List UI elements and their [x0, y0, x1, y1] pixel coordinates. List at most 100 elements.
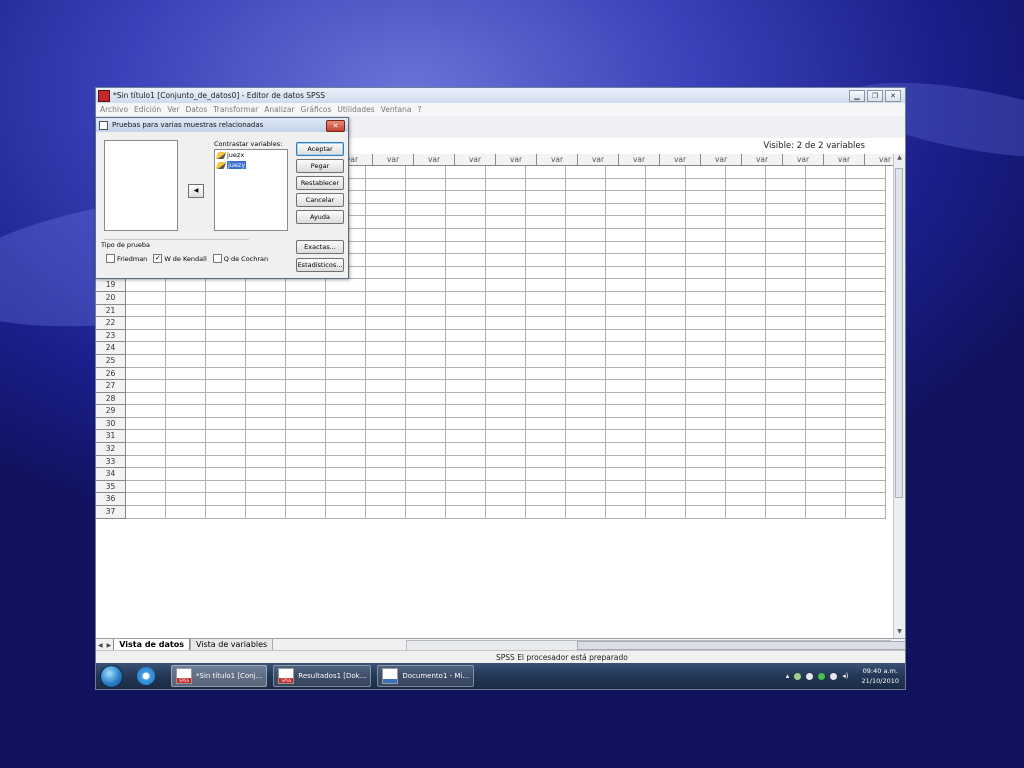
grid-cell[interactable] [566, 279, 606, 292]
grid-cell[interactable] [686, 468, 726, 481]
grid-cell[interactable] [686, 367, 726, 381]
grid-cell[interactable] [526, 191, 566, 204]
grid-cell[interactable] [646, 329, 686, 343]
grid-cell[interactable] [606, 392, 646, 406]
grid-cell[interactable] [846, 254, 886, 267]
grid-cell[interactable] [806, 430, 846, 444]
grid-cell[interactable] [766, 191, 806, 204]
grid-cell[interactable] [566, 354, 606, 368]
grid-cell[interactable] [406, 166, 446, 179]
grid-cell[interactable] [526, 468, 566, 481]
grid-cell[interactable] [606, 178, 646, 192]
grid-cell[interactable] [566, 430, 606, 444]
grid-cell[interactable] [486, 254, 526, 267]
grid-cell[interactable] [326, 367, 366, 381]
grid-cell[interactable] [166, 405, 206, 418]
grid-cell[interactable] [446, 279, 486, 292]
scroll-up-icon[interactable]: ▲ [894, 154, 905, 164]
grid-cell[interactable] [806, 342, 846, 355]
grid-cell[interactable] [486, 304, 526, 318]
grid-cell[interactable] [526, 254, 566, 267]
grid-cell[interactable] [246, 279, 286, 292]
grid-cell[interactable] [286, 317, 326, 330]
grid-cell[interactable] [726, 254, 766, 267]
grid-cell[interactable] [286, 367, 326, 381]
grid-cell[interactable] [246, 468, 286, 481]
grid-cell[interactable] [446, 254, 486, 267]
grid-cell[interactable] [206, 304, 246, 318]
grid-cell[interactable] [446, 191, 486, 204]
grid-cell[interactable] [686, 216, 726, 229]
grid-cell[interactable] [566, 317, 606, 330]
grid-cell[interactable] [206, 329, 246, 343]
grid-cell[interactable] [566, 329, 606, 343]
grid-cell[interactable] [366, 304, 406, 318]
cochran-q-checkbox[interactable]: Q de Cochran [212, 254, 268, 263]
grid-cell[interactable] [446, 430, 486, 444]
grid-cell[interactable] [646, 241, 686, 255]
grid-cell[interactable] [686, 443, 726, 456]
grid-cell[interactable] [646, 354, 686, 368]
grid-cell[interactable] [766, 317, 806, 330]
grid-cell[interactable] [846, 178, 886, 192]
grid-cell[interactable] [406, 342, 446, 355]
grid-cell[interactable] [646, 178, 686, 192]
grid-cell[interactable] [326, 480, 366, 494]
grid-cell[interactable] [246, 443, 286, 456]
grid-cell[interactable] [806, 329, 846, 343]
grid-cell[interactable] [286, 380, 326, 393]
grid-cell[interactable] [806, 506, 846, 519]
grid-cell[interactable] [726, 329, 766, 343]
grid-cell[interactable] [766, 291, 806, 305]
grid-cell[interactable] [766, 166, 806, 179]
column-header[interactable]: var [824, 154, 865, 166]
grid-cell[interactable] [486, 166, 526, 179]
scroll-down-icon[interactable]: ▼ [894, 628, 905, 638]
row-number[interactable]: 28 [96, 392, 126, 406]
grid-cell[interactable] [566, 342, 606, 355]
grid-cell[interactable] [806, 405, 846, 418]
list-item-juezy[interactable]: juezy [215, 160, 287, 170]
grid-cell[interactable] [406, 392, 446, 406]
restablecer-button[interactable]: Restablecer [296, 176, 344, 190]
column-header[interactable]: var [373, 154, 414, 166]
grid-cell[interactable] [726, 203, 766, 217]
grid-cell[interactable] [446, 166, 486, 179]
grid-cell[interactable] [646, 468, 686, 481]
grid-cell[interactable] [286, 430, 326, 444]
grid-cell[interactable] [566, 266, 606, 280]
grid-cell[interactable] [766, 354, 806, 368]
menu-analizar[interactable]: Analizar [264, 105, 294, 114]
grid-cell[interactable] [486, 354, 526, 368]
grid-cell[interactable] [326, 493, 366, 507]
grid-cell[interactable] [206, 468, 246, 481]
grid-cell[interactable] [206, 354, 246, 368]
grid-cell[interactable] [326, 342, 366, 355]
grid-cell[interactable] [126, 279, 166, 292]
grid-cell[interactable] [646, 203, 686, 217]
row-number[interactable]: 31 [96, 430, 126, 444]
move-variable-arrow-button[interactable]: ◀ [188, 184, 204, 198]
grid-cell[interactable] [166, 443, 206, 456]
grid-cell[interactable] [686, 506, 726, 519]
grid-cell[interactable] [286, 417, 326, 431]
grid-cell[interactable] [846, 216, 886, 229]
grid-cell[interactable] [806, 291, 846, 305]
grid-cell[interactable] [646, 417, 686, 431]
grid-cell[interactable] [646, 430, 686, 444]
grid-cell[interactable] [206, 317, 246, 330]
grid-cell[interactable] [366, 191, 406, 204]
source-variables-list[interactable] [104, 140, 178, 231]
grid-cell[interactable] [606, 430, 646, 444]
grid-cell[interactable] [406, 216, 446, 229]
grid-cell[interactable] [806, 493, 846, 507]
grid-cell[interactable] [246, 317, 286, 330]
grid-cell[interactable] [686, 203, 726, 217]
grid-cell[interactable] [406, 266, 446, 280]
grid-cell[interactable] [166, 304, 206, 318]
grid-cell[interactable] [246, 329, 286, 343]
grid-cell[interactable] [206, 405, 246, 418]
grid-cell[interactable] [566, 405, 606, 418]
grid-cell[interactable] [526, 455, 566, 469]
grid-cell[interactable] [606, 317, 646, 330]
